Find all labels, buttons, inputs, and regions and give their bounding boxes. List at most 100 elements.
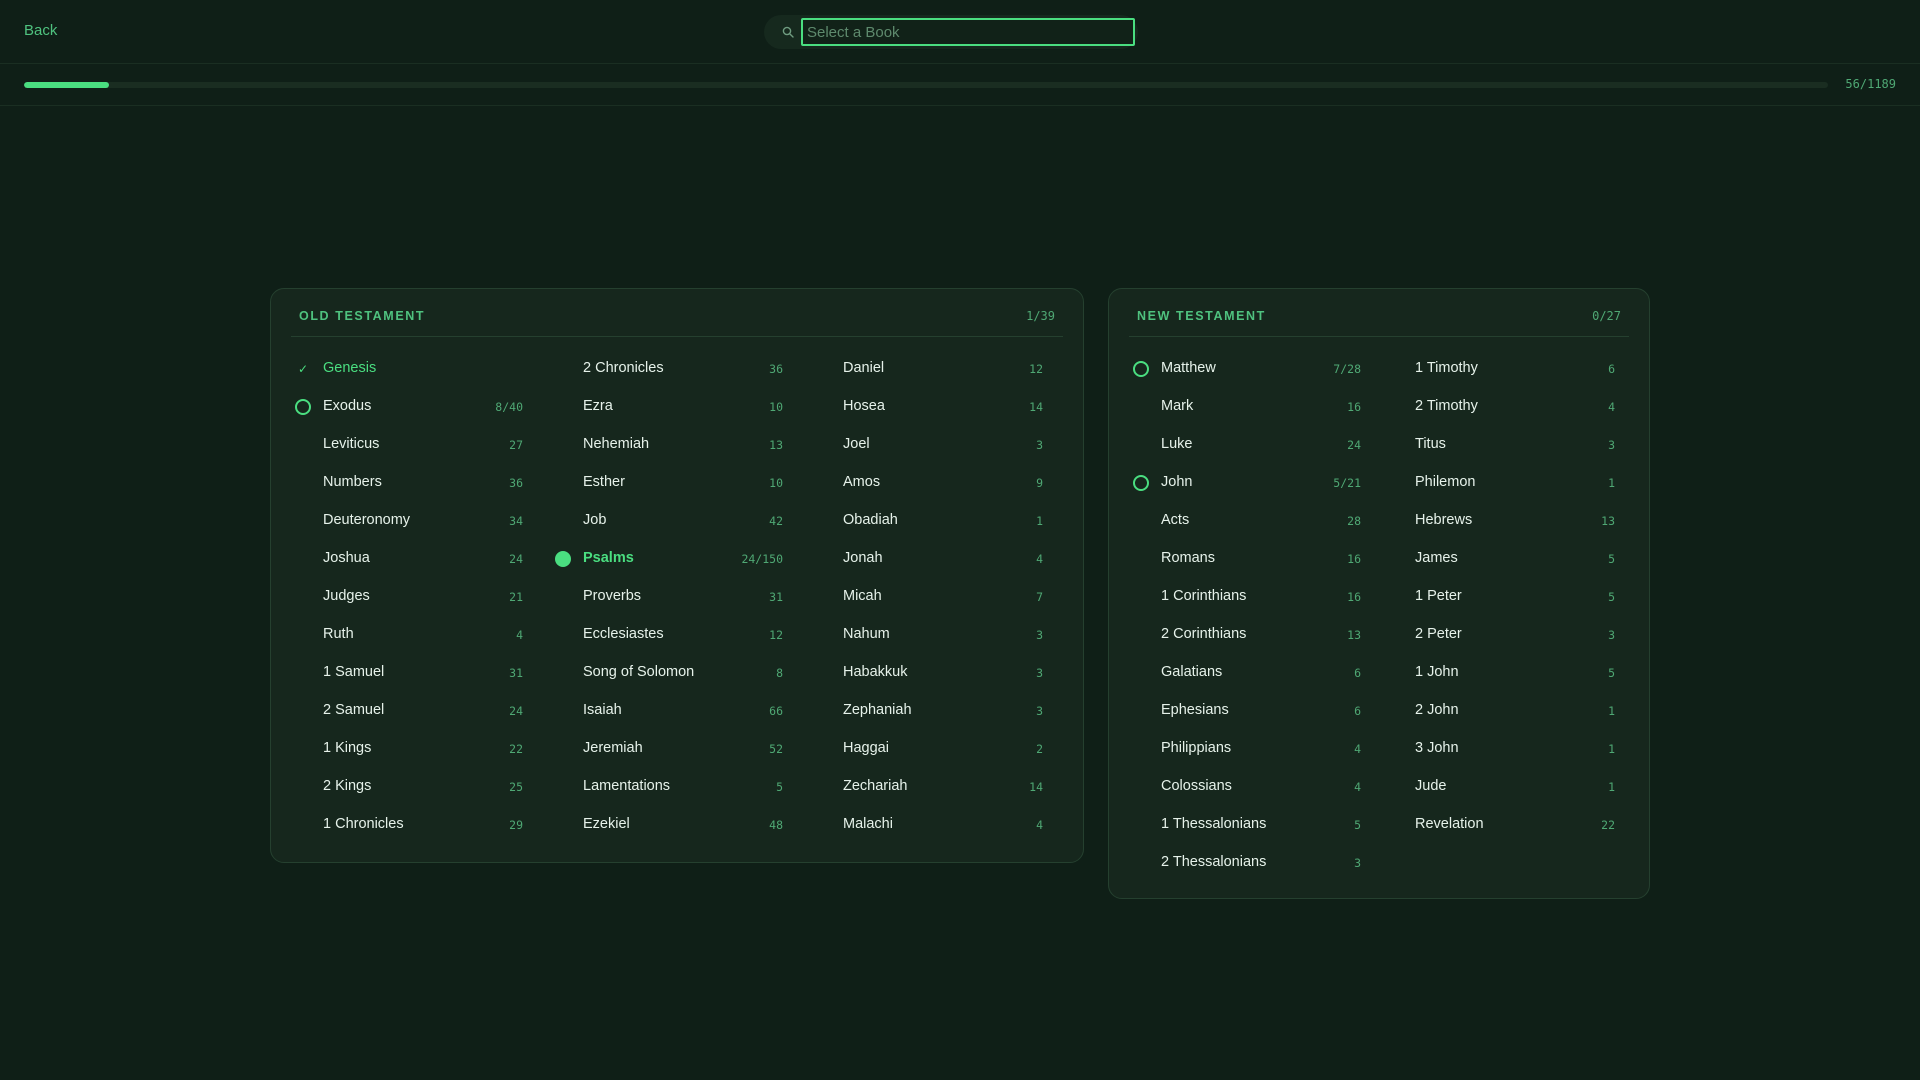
book-item[interactable]: Habakkuk 3 [799, 654, 1043, 692]
chapter-count: 24/150 [741, 552, 783, 566]
book-item[interactable]: 1 Thessalonians 5 [1117, 806, 1361, 844]
book-item[interactable]: Zephaniah 3 [799, 692, 1043, 730]
book-item[interactable]: Obadiah 1 [799, 502, 1043, 540]
book-item[interactable]: Philippians 4 [1117, 730, 1361, 768]
progress-count: 56/1189 [1845, 77, 1896, 91]
book-item[interactable]: 1 Corinthians 16 [1117, 578, 1361, 616]
book-name: 1 Samuel [323, 664, 385, 680]
book-item[interactable]: Joel 3 [799, 426, 1043, 464]
book-name: 1 Kings [323, 740, 372, 756]
book-item[interactable]: Jonah 4 [799, 540, 1043, 578]
panel-header: NEW TESTAMENT 0/27 [1129, 289, 1629, 337]
book-item[interactable]: 1 Chronicles 29 [279, 806, 523, 844]
book-item[interactable]: 2 Samuel 24 [279, 692, 523, 730]
chapter-count: 3 [1036, 704, 1043, 718]
book-item[interactable]: Exodus 8/40 [279, 388, 523, 426]
book-item[interactable]: ✓ Genesis [279, 350, 523, 388]
chapter-count: 9 [1036, 476, 1043, 490]
book-name: Matthew [1161, 360, 1216, 376]
ring-icon [1133, 475, 1149, 491]
book-item[interactable]: 2 Corinthians 13 [1117, 616, 1361, 654]
book-item[interactable]: 1 Samuel 31 [279, 654, 523, 692]
book-item[interactable]: Job 42 [539, 502, 783, 540]
book-name: 2 Chronicles [583, 360, 664, 376]
chapter-count: 3 [1354, 856, 1361, 870]
book-item[interactable]: Esther 10 [539, 464, 783, 502]
book-item[interactable]: Acts 28 [1117, 502, 1361, 540]
book-name: Proverbs [583, 588, 642, 604]
book-item[interactable]: Song of Solomon 8 [539, 654, 783, 692]
book-item[interactable]: Hosea 14 [799, 388, 1043, 426]
book-item[interactable]: 2 John 1 [1371, 692, 1615, 730]
book-item[interactable]: James 5 [1371, 540, 1615, 578]
chapter-count: 48 [769, 818, 783, 832]
book-item[interactable]: Romans 16 [1117, 540, 1361, 578]
book-item[interactable]: Micah 7 [799, 578, 1043, 616]
book-item[interactable]: Philemon 1 [1371, 464, 1615, 502]
book-item[interactable]: Hebrews 13 [1371, 502, 1615, 540]
chapter-count: 14 [1029, 780, 1043, 794]
book-item[interactable]: Ezra 10 [539, 388, 783, 426]
book-item[interactable]: Isaiah 66 [539, 692, 783, 730]
book-item[interactable]: Mark 16 [1117, 388, 1361, 426]
chapter-count: 1 [1608, 476, 1615, 490]
chapter-count: 22 [1601, 818, 1615, 832]
chapter-count: 12 [1029, 362, 1043, 376]
book-name: Habakkuk [843, 664, 908, 680]
book-item[interactable]: 1 John 5 [1371, 654, 1615, 692]
book-item[interactable]: John 5/21 [1117, 464, 1361, 502]
book-name: Job [583, 512, 607, 528]
book-item[interactable]: 1 Kings 22 [279, 730, 523, 768]
book-item[interactable]: Psalms 24/150 [539, 540, 783, 578]
book-item[interactable]: Matthew 7/28 [1117, 350, 1361, 388]
book-item[interactable]: Judges 21 [279, 578, 523, 616]
book-column: 1 Timothy 6 2 Timothy 4 Titus 3 Philemon 1 Hebre… [1371, 350, 1615, 844]
book-item[interactable]: Leviticus 27 [279, 426, 523, 464]
book-item[interactable]: 1 Peter 5 [1371, 578, 1615, 616]
book-item[interactable]: Galatians 6 [1117, 654, 1361, 692]
book-name: 2 Timothy [1415, 398, 1478, 414]
book-item[interactable]: Jeremiah 52 [539, 730, 783, 768]
book-item[interactable]: Lamentations 5 [539, 768, 783, 806]
book-item[interactable]: Titus 3 [1371, 426, 1615, 464]
book-item[interactable]: Deuteronomy 34 [279, 502, 523, 540]
book-item[interactable]: Nahum 3 [799, 616, 1043, 654]
book-item[interactable]: Zechariah 14 [799, 768, 1043, 806]
book-search-input[interactable] [801, 18, 1135, 46]
book-item[interactable]: Numbers 36 [279, 464, 523, 502]
chapter-count: 27 [509, 438, 523, 452]
book-name: Ezekiel [583, 816, 630, 832]
book-item[interactable]: 2 Thessalonians 3 [1117, 844, 1361, 882]
book-item[interactable]: Luke 24 [1117, 426, 1361, 464]
book-item[interactable]: Ruth 4 [279, 616, 523, 654]
book-item[interactable]: Ezekiel 48 [539, 806, 783, 844]
book-item[interactable]: Haggai 2 [799, 730, 1043, 768]
chapter-count: 3 [1036, 438, 1043, 452]
book-item[interactable]: 1 Timothy 6 [1371, 350, 1615, 388]
book-item[interactable]: 2 Chronicles 36 [539, 350, 783, 388]
book-item[interactable]: 3 John 1 [1371, 730, 1615, 768]
book-item[interactable]: 2 Timothy 4 [1371, 388, 1615, 426]
book-item[interactable]: Joshua 24 [279, 540, 523, 578]
chapter-count: 24 [509, 704, 523, 718]
book-item[interactable]: Ephesians 6 [1117, 692, 1361, 730]
book-name: Deuteronomy [323, 512, 411, 528]
chapter-count: 24 [1347, 438, 1361, 452]
book-item[interactable]: Proverbs 31 [539, 578, 783, 616]
book-item[interactable]: Daniel 12 [799, 350, 1043, 388]
book-item[interactable]: 2 Kings 25 [279, 768, 523, 806]
book-item[interactable]: Malachi 4 [799, 806, 1043, 844]
book-item[interactable]: Colossians 4 [1117, 768, 1361, 806]
book-item[interactable]: 2 Peter 3 [1371, 616, 1615, 654]
book-item[interactable]: Nehemiah 13 [539, 426, 783, 464]
book-item[interactable]: Amos 9 [799, 464, 1043, 502]
book-item[interactable]: Ecclesiastes 12 [539, 616, 783, 654]
book-name: 1 Thessalonians [1161, 816, 1267, 832]
book-name: Ecclesiastes [583, 626, 664, 642]
book-item[interactable]: Revelation 22 [1371, 806, 1615, 844]
book-item[interactable]: Jude 1 [1371, 768, 1615, 806]
book-name: Genesis [323, 360, 377, 376]
back-link[interactable]: Back [24, 22, 57, 39]
book-name: Exodus [323, 398, 372, 414]
book-name: Micah [843, 588, 882, 604]
